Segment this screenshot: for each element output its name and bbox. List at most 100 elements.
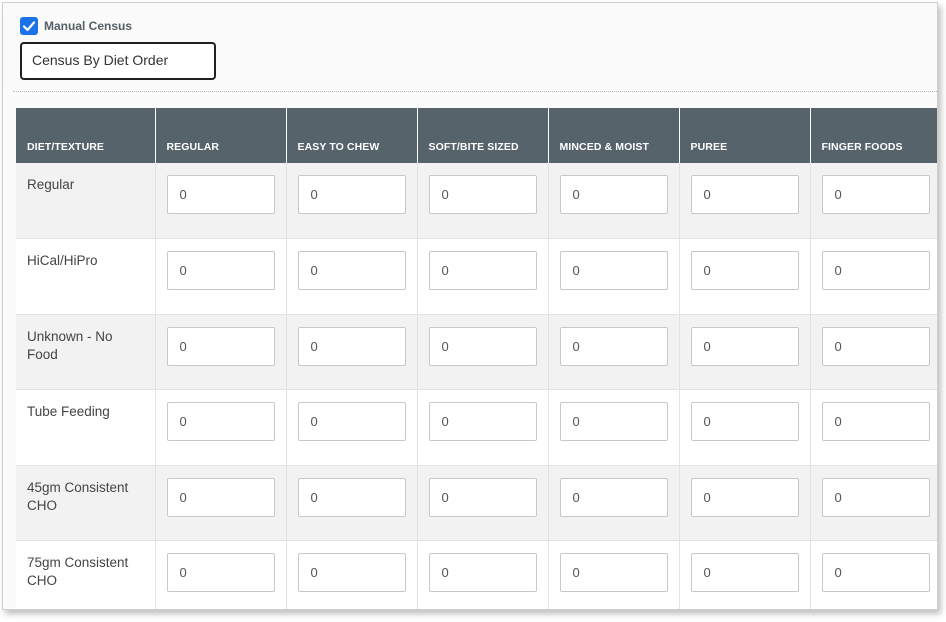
census-count-input[interactable]: 0	[428, 553, 537, 593]
column-header-easy-to-chew: EASY TO CHEW	[286, 108, 418, 163]
table-row: Tube Feeding 0 0 0 0 0 0	[16, 389, 937, 466]
census-count-input[interactable]: 0	[821, 251, 930, 291]
census-count-input[interactable]: 0	[428, 477, 537, 517]
table-cell: 0	[810, 389, 937, 466]
diet-label: Tube Feeding	[16, 389, 156, 466]
diet-label: Regular	[16, 163, 156, 240]
census-count-input[interactable]: 0	[166, 175, 275, 214]
table-cell: 0	[286, 389, 418, 466]
column-header-soft-bite-sized: SOFT/BITE SIZED	[417, 108, 549, 163]
census-count-input[interactable]: 0	[690, 402, 799, 442]
census-count-input[interactable]: 0	[690, 553, 799, 593]
table-cell: 0	[155, 163, 287, 240]
census-count-input[interactable]: 0	[690, 477, 799, 517]
table-cell: 0	[417, 465, 549, 542]
divider	[13, 91, 937, 92]
table-cell: 0	[417, 314, 549, 391]
table-cell: 0	[548, 314, 680, 391]
table-cell: 0	[679, 238, 811, 315]
table-cell: 0	[155, 389, 287, 466]
table-cell: 0	[417, 540, 549, 609]
census-count-input[interactable]: 0	[821, 402, 930, 442]
census-count-input[interactable]: 0	[166, 553, 275, 593]
column-header-regular: REGULAR	[155, 108, 287, 163]
table-cell: 0	[810, 163, 937, 240]
table-cell: 0	[810, 238, 937, 315]
table-row: 45gm Consistent CHO 0 0 0 0 0 0	[16, 465, 937, 542]
diet-label: 45gm Consistent CHO	[16, 465, 156, 542]
census-count-input[interactable]: 0	[559, 553, 668, 593]
census-count-input[interactable]: 0	[428, 175, 537, 214]
manual-census-row[interactable]: Manual Census	[20, 17, 132, 35]
table-cell: 0	[286, 238, 418, 315]
census-count-input[interactable]: 0	[559, 402, 668, 442]
census-table: DIET/TEXTURE REGULAR EASY TO CHEW SOFT/BITE…	[16, 108, 937, 609]
census-count-input[interactable]: 0	[166, 251, 275, 291]
column-header-finger-foods: FINGER FOODS	[810, 108, 937, 163]
table-cell: 0	[286, 314, 418, 391]
table-cell: 0	[679, 389, 811, 466]
census-count-input[interactable]: 0	[559, 175, 668, 214]
census-count-input[interactable]: 0	[297, 326, 406, 366]
table-row: HiCal/HiPro 0 0 0 0 0 0	[16, 238, 937, 315]
table-cell: 0	[810, 465, 937, 542]
table-cell: 0	[417, 238, 549, 315]
table-cell: 0	[810, 314, 937, 391]
table-cell: 0	[155, 238, 287, 315]
census-count-input[interactable]: 0	[821, 553, 930, 593]
table-cell: 0	[679, 465, 811, 542]
census-count-input[interactable]: 0	[821, 175, 930, 214]
column-header-diet-texture: DIET/TEXTURE	[16, 108, 156, 163]
table-cell: 0	[417, 389, 549, 466]
manual-census-checkbox[interactable]	[20, 17, 38, 35]
table-row: Unknown - No Food 0 0 0 0 0 0	[16, 314, 937, 391]
census-count-input[interactable]: 0	[297, 175, 406, 214]
table-cell: 0	[810, 540, 937, 609]
census-count-input[interactable]: 0	[428, 251, 537, 291]
census-options: Manual Census Census By Diet Order	[3, 3, 937, 91]
census-count-input[interactable]: 0	[428, 326, 537, 366]
census-count-input[interactable]: 0	[166, 402, 275, 442]
table-cell: 0	[155, 314, 287, 391]
table-cell: 0	[548, 465, 680, 542]
table-cell: 0	[679, 163, 811, 240]
census-count-input[interactable]: 0	[166, 326, 275, 366]
census-count-input[interactable]: 0	[297, 553, 406, 593]
table-cell: 0	[155, 540, 287, 609]
table-cell: 0	[679, 540, 811, 609]
manual-census-label: Manual Census	[44, 19, 133, 33]
census-count-input[interactable]: 0	[559, 251, 668, 291]
column-header-puree: PUREE	[679, 108, 811, 163]
census-count-input[interactable]: 0	[297, 477, 406, 517]
table-cell: 0	[548, 163, 680, 240]
table-cell: 0	[286, 163, 418, 240]
diet-label: Unknown - No Food	[16, 314, 156, 391]
table-cell: 0	[286, 465, 418, 542]
table-cell: 0	[286, 540, 418, 609]
census-panel: Manual Census Census By Diet Order DIET/…	[2, 2, 938, 610]
census-count-input[interactable]: 0	[821, 326, 930, 366]
census-type-select[interactable]: Census By Diet Order	[20, 42, 216, 80]
census-count-input[interactable]: 0	[559, 477, 668, 517]
table-cell: 0	[679, 314, 811, 391]
table-row: 75gm Consistent CHO 0 0 0 0 0 0	[16, 540, 937, 609]
checkmark-icon	[22, 21, 36, 32]
table-cell: 0	[548, 238, 680, 315]
column-header-minced-moist: MINCED & MOIST	[548, 108, 680, 163]
census-count-input[interactable]: 0	[559, 326, 668, 366]
census-count-input[interactable]: 0	[690, 175, 799, 214]
census-count-input[interactable]: 0	[821, 477, 930, 517]
census-count-input[interactable]: 0	[297, 402, 406, 442]
census-count-input[interactable]: 0	[690, 251, 799, 291]
table-cell: 0	[155, 465, 287, 542]
census-count-input[interactable]: 0	[166, 477, 275, 517]
table-row: Regular 0 0 0 0 0 0	[16, 163, 937, 240]
census-grid: DIET/TEXTURE REGULAR EASY TO CHEW SOFT/BITE…	[16, 108, 937, 609]
diet-label: 75gm Consistent CHO	[16, 540, 156, 609]
table-cell: 0	[548, 540, 680, 609]
table-cell: 0	[417, 163, 549, 240]
census-count-input[interactable]: 0	[428, 402, 537, 442]
census-count-input[interactable]: 0	[297, 251, 406, 291]
census-count-input[interactable]: 0	[690, 326, 799, 366]
diet-label: HiCal/HiPro	[16, 238, 156, 315]
